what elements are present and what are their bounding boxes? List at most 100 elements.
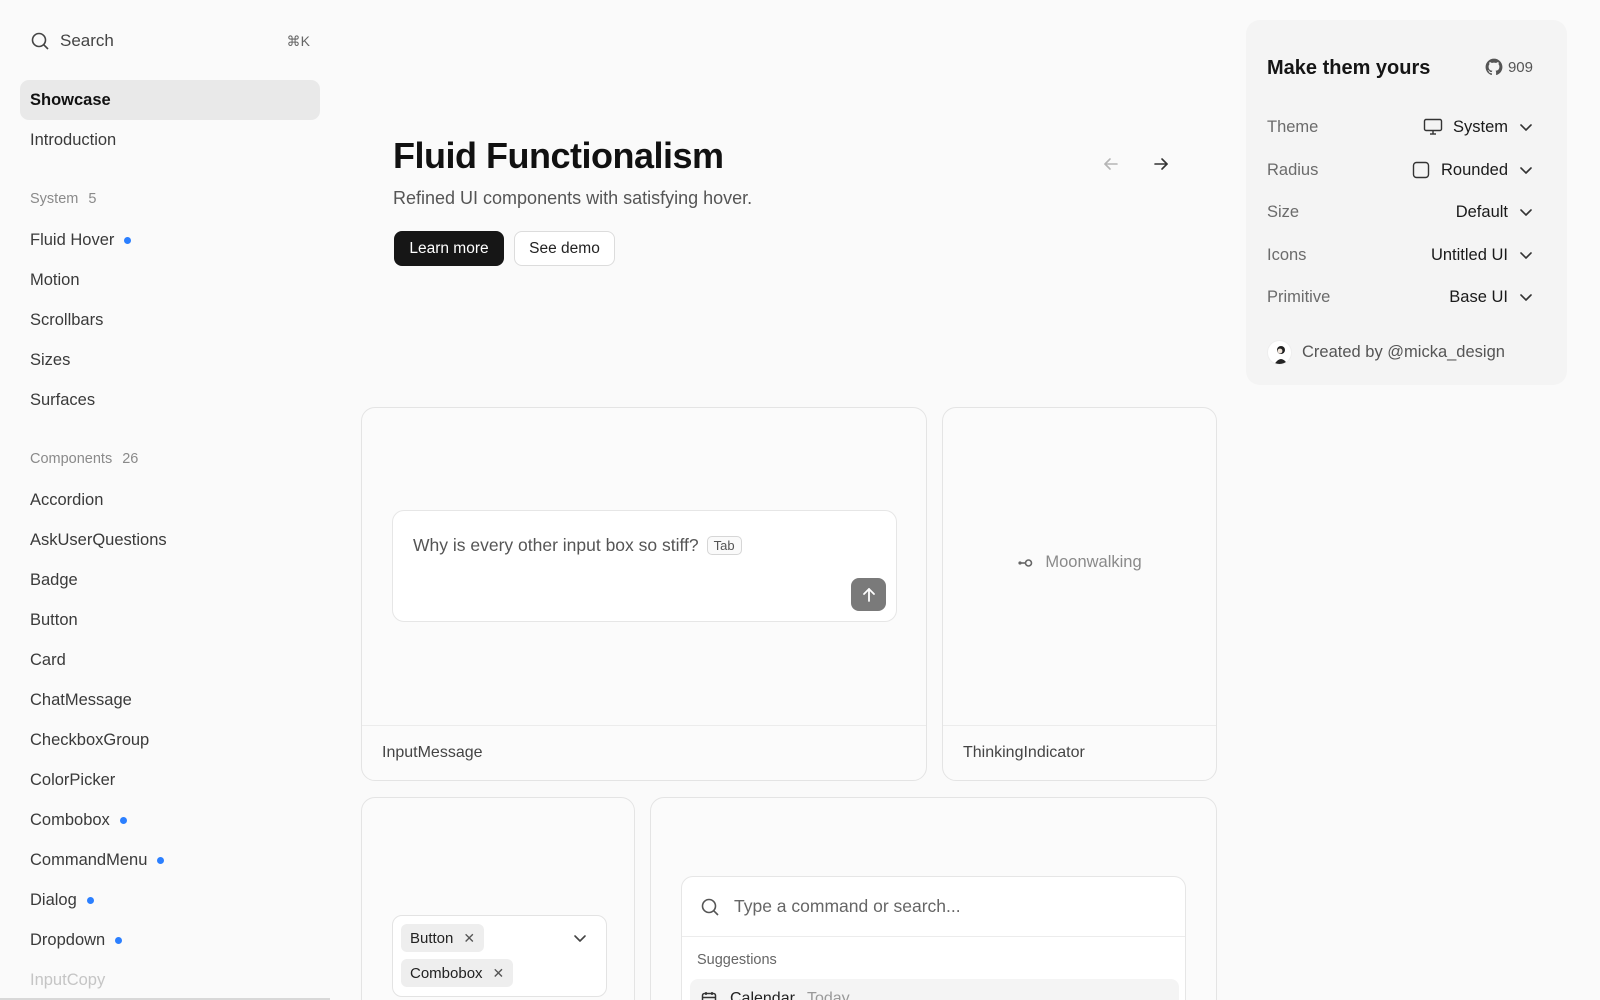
previous-button[interactable] — [1097, 150, 1125, 178]
sidebar-item-chatmessage[interactable]: ChatMessage — [20, 680, 320, 720]
search-shortcut: ⌘K — [286, 32, 310, 49]
sidebar-item-accordion[interactable]: Accordion — [20, 480, 320, 520]
chip-remove-icon[interactable]: ✕ — [493, 965, 505, 982]
github-icon — [1485, 58, 1503, 76]
chevron-down-icon — [1520, 167, 1532, 174]
showcase-card-commandmenu[interactable]: Type a command or search... Suggestions … — [650, 797, 1217, 1000]
setting-label: Primitive — [1267, 287, 1331, 306]
command-group-heading: Suggestions — [697, 952, 777, 968]
page-title: Fluid Functionalism — [393, 135, 724, 176]
sidebar-item-label: Sizes — [30, 350, 71, 369]
sidebar-item-fluid-hover[interactable]: Fluid Hover — [20, 220, 320, 260]
chevron-down-icon — [1520, 294, 1532, 301]
sidebar-item-label: Showcase — [30, 90, 111, 109]
sidebar-item-button[interactable]: Button — [20, 600, 320, 640]
primitive-select[interactable]: Base UI — [1449, 288, 1534, 307]
next-button[interactable] — [1147, 150, 1175, 178]
sidebar-item-label: ColorPicker — [30, 770, 116, 789]
sidebar-item-dropdown[interactable]: Dropdown — [20, 920, 320, 960]
section-count: 5 — [88, 191, 97, 207]
setting-value: Rounded — [1441, 160, 1508, 179]
stars-count: 909 — [1507, 58, 1533, 76]
sidebar-item-introduction[interactable]: Introduction — [20, 120, 320, 160]
search-icon — [31, 32, 49, 50]
github-stars-link[interactable]: 909 — [1485, 58, 1533, 76]
sidebar-item-label: Dialog — [30, 890, 77, 909]
sidebar-item-showcase[interactable]: Showcase — [20, 80, 320, 120]
sidebar-item-badge[interactable]: Badge — [20, 560, 320, 600]
size-select[interactable]: Default — [1456, 203, 1534, 222]
sidebar-item-label: AskUserQuestions — [30, 530, 167, 549]
showcase-card-combobox[interactable]: Button ✕ Combobox ✕ — [361, 797, 635, 1000]
new-badge-dot — [86, 896, 94, 904]
see-demo-button[interactable]: See demo — [514, 231, 615, 266]
sidebar-item-motion[interactable]: Motion — [20, 260, 320, 300]
sidebar-item-label: Card — [30, 650, 66, 669]
theme-select[interactable]: System — [1423, 118, 1534, 137]
command-menu: Type a command or search... Suggestions … — [681, 876, 1186, 1000]
new-badge-dot — [157, 856, 165, 864]
card-caption: InputMessage — [362, 725, 926, 780]
sidebar-item-label: CommandMenu — [30, 850, 148, 869]
sidebar-item-colorpicker[interactable]: ColorPicker — [20, 760, 320, 800]
sidebar-item-scrollbars[interactable]: Scrollbars — [20, 300, 320, 340]
sidebar-item-label: Fluid Hover — [30, 230, 115, 249]
sidebar-item-askuserquestions[interactable]: AskUserQuestions — [20, 520, 320, 560]
page-subtitle: Refined UI components with satisfying ho… — [393, 188, 753, 208]
radius-select[interactable]: Rounded — [1411, 161, 1534, 180]
combobox-chip-combobox: Combobox ✕ — [401, 959, 514, 987]
chevron-down-icon — [1520, 252, 1532, 259]
calendar-icon — [701, 992, 717, 1000]
setting-row-primitive[interactable]: Primitive Base UI — [1267, 282, 1534, 312]
setting-row-icons[interactable]: Icons Untitled UI — [1267, 240, 1534, 270]
command-search-input[interactable]: Type a command or search... — [682, 877, 1185, 937]
sidebar-item-label: Combobox — [30, 810, 110, 829]
setting-row-theme[interactable]: Theme System — [1267, 112, 1534, 142]
arrow-left-icon — [1104, 158, 1118, 170]
showcase-card-thinkingindicator[interactable]: Moonwalking ThinkingIndicator — [942, 407, 1217, 781]
section-heading-system: System 5 — [30, 191, 96, 207]
search-label: Search — [60, 31, 114, 50]
sidebar-item-label: InputCopy — [30, 970, 106, 989]
chip-label: Combobox — [410, 964, 483, 982]
chip-remove-icon[interactable]: ✕ — [463, 930, 475, 947]
monitor-icon — [1423, 118, 1443, 135]
sidebar-item-commandmenu[interactable]: CommandMenu — [20, 840, 320, 880]
section-title: Components — [30, 451, 113, 467]
setting-label: Theme — [1267, 117, 1319, 136]
combobox-field[interactable]: Button ✕ Combobox ✕ — [392, 915, 607, 997]
sidebar-item-inputcopy[interactable]: InputCopy — [20, 960, 320, 1000]
customize-panel: Make them yours 909 Theme System Radius … — [1246, 20, 1567, 385]
setting-row-radius[interactable]: Radius Rounded — [1267, 155, 1534, 185]
avatar — [1267, 340, 1292, 365]
chevron-down-icon[interactable] — [572, 930, 588, 946]
setting-value: Untitled UI — [1430, 245, 1508, 264]
combobox-chip-button: Button ✕ — [401, 924, 485, 952]
showcase-card-inputmessage[interactable]: Why is every other input box so stiff? T… — [361, 407, 927, 781]
sidebar-item-checkboxgroup[interactable]: CheckboxGroup — [20, 720, 320, 760]
tab-key-hint: Tab — [706, 536, 742, 555]
setting-row-size[interactable]: Size Default — [1267, 197, 1534, 227]
icons-select[interactable]: Untitled UI — [1431, 246, 1534, 265]
search-trigger[interactable]: Search ⌘K — [20, 24, 320, 58]
square-icon — [1412, 161, 1430, 179]
sidebar-item-card[interactable]: Card — [20, 640, 320, 680]
chevron-down-icon — [1520, 209, 1532, 216]
command-item-calendar[interactable]: Calendar Today — [690, 979, 1179, 1000]
card-caption: ThinkingIndicator — [943, 725, 1216, 780]
creator-credit[interactable]: Created by @micka_design — [1267, 340, 1505, 365]
sidebar-item-dialog[interactable]: Dialog — [20, 880, 320, 920]
arrow-right-icon — [1154, 158, 1168, 170]
new-badge-dot — [115, 936, 123, 944]
section-title: System — [30, 191, 79, 207]
sidebar-item-combobox[interactable]: Combobox — [20, 800, 320, 840]
sidebar-item-sizes[interactable]: Sizes — [20, 340, 320, 380]
message-input[interactable]: Why is every other input box so stiff? T… — [392, 510, 897, 622]
send-button[interactable] — [851, 578, 886, 611]
learn-more-button[interactable]: Learn more — [394, 231, 504, 266]
command-item-hint: Today — [806, 990, 850, 1000]
sidebar-item-label: Dropdown — [30, 930, 106, 949]
sidebar-item-label: Badge — [30, 570, 78, 589]
sidebar-item-surfaces[interactable]: Surfaces — [20, 380, 320, 420]
sidebar-item-label: Surfaces — [30, 390, 96, 409]
